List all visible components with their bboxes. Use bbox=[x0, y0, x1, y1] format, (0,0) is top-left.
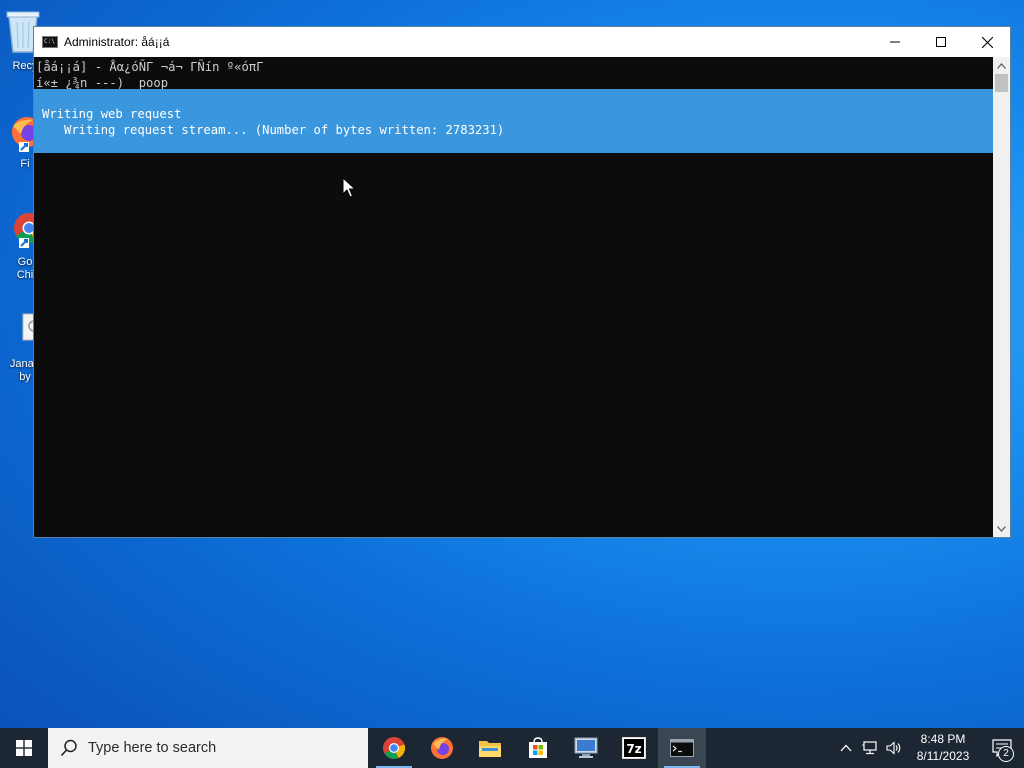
window-title: Administrator: åá¡¡á bbox=[64, 35, 170, 49]
chrome-icon bbox=[383, 737, 406, 759]
window-titlebar[interactable]: C:\ Administrator: åá¡¡á bbox=[34, 27, 1010, 57]
store-icon bbox=[529, 737, 547, 758]
scrollbar-thumb[interactable] bbox=[995, 74, 1008, 92]
vertical-scrollbar[interactable] bbox=[993, 57, 1010, 537]
show-hidden-icons-button[interactable] bbox=[834, 728, 858, 768]
clock-time: 8:48 PM bbox=[920, 732, 966, 746]
taskbar-clock[interactable]: 8:48 PM 8/11/2023 bbox=[906, 728, 980, 768]
volume-button[interactable] bbox=[882, 728, 906, 768]
minimize-icon bbox=[890, 41, 900, 43]
close-icon bbox=[981, 36, 993, 48]
taskbar-apps: 7z bbox=[370, 728, 706, 768]
network-button[interactable] bbox=[858, 728, 882, 768]
7zip-icon: 7z bbox=[622, 737, 646, 759]
maximize-button[interactable] bbox=[918, 27, 964, 57]
taskbar-app-chrome[interactable] bbox=[370, 728, 418, 768]
action-center-button[interactable]: 2 bbox=[980, 728, 1024, 768]
firefox-icon bbox=[431, 737, 453, 759]
minimize-button[interactable] bbox=[872, 27, 918, 57]
network-icon bbox=[862, 741, 877, 755]
chevron-up-icon bbox=[840, 744, 852, 752]
clock-date: 8/11/2023 bbox=[916, 749, 970, 763]
file-explorer-icon bbox=[479, 741, 501, 757]
console-line: [åá¡¡á] - Åα¿óÑΓ ¬á¬ ΓÑín º«óπΓ bbox=[36, 60, 264, 74]
close-button[interactable] bbox=[964, 27, 1010, 57]
taskbar-app-file-explorer[interactable] bbox=[466, 728, 514, 768]
remote-desktop-icon bbox=[574, 737, 598, 758]
progress-banner: Writing web request Writing request stre… bbox=[34, 89, 994, 153]
cmd-icon bbox=[670, 739, 694, 757]
scroll-up-button[interactable] bbox=[993, 57, 1010, 74]
speaker-icon bbox=[886, 741, 901, 755]
taskbar-app-7zip[interactable]: 7z bbox=[610, 728, 658, 768]
start-button[interactable] bbox=[0, 728, 48, 768]
chevron-down-icon bbox=[997, 525, 1006, 532]
progress-status: Writing request stream... (Number of byt… bbox=[42, 123, 505, 137]
taskbar-app-store[interactable] bbox=[514, 728, 562, 768]
cmd-icon: C:\ bbox=[42, 36, 58, 48]
system-tray: 8:48 PM 8/11/2023 2 bbox=[834, 728, 1024, 768]
progress-activity: Writing web request bbox=[42, 107, 182, 121]
taskbar-app-cmd[interactable] bbox=[658, 728, 706, 768]
search-input[interactable] bbox=[86, 739, 340, 757]
console-output[interactable]: [åá¡¡á] - Åα¿óÑΓ ¬á¬ ΓÑín º«óπΓ í«± ¿¾n … bbox=[34, 57, 994, 537]
taskbar-search-box[interactable] bbox=[48, 728, 368, 768]
window-controls bbox=[872, 27, 1010, 57]
taskbar-app-firefox[interactable] bbox=[418, 728, 466, 768]
taskbar: 7z bbox=[0, 728, 1024, 768]
mouse-pointer-icon bbox=[342, 177, 356, 198]
taskbar-app-remote-desktop[interactable] bbox=[562, 728, 610, 768]
7zip-label: 7z bbox=[626, 742, 641, 756]
scroll-down-button[interactable] bbox=[993, 520, 1010, 537]
windows-logo-icon bbox=[16, 740, 32, 756]
chevron-up-icon bbox=[997, 62, 1006, 69]
maximize-icon bbox=[936, 37, 946, 47]
cmd-window[interactable]: C:\ Administrator: åá¡¡á [åá¡¡á] - Åα¿óÑ… bbox=[33, 26, 1011, 538]
search-icon bbox=[60, 739, 77, 757]
notification-count-badge: 2 bbox=[998, 746, 1014, 762]
